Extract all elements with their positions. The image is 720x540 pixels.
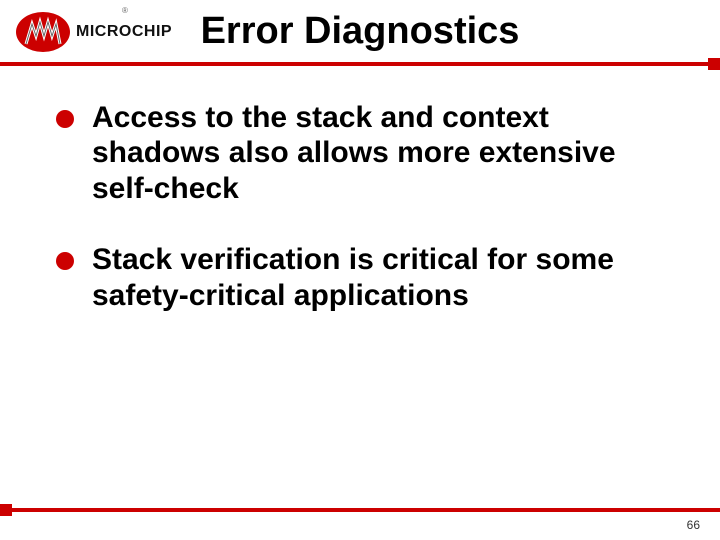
- bullet-item: Access to the stack and context shadows …: [56, 100, 656, 206]
- bullet-item: Stack verification is critical for some …: [56, 242, 656, 313]
- bullet-list: Access to the stack and context shadows …: [56, 100, 656, 313]
- slide-content: Access to the stack and context shadows …: [56, 100, 656, 349]
- page-number: 66: [687, 518, 700, 532]
- slide-header: MICROCHIP ® Error Diagnostics: [0, 0, 720, 78]
- slide: MICROCHIP ® Error Diagnostics Access to …: [0, 0, 720, 540]
- logo: MICROCHIP: [14, 10, 172, 54]
- microchip-logo-icon: [14, 10, 72, 54]
- slide-title: Error Diagnostics: [201, 10, 520, 53]
- registered-mark: ®: [122, 6, 128, 15]
- footer-divider: [0, 508, 720, 512]
- header-divider: [0, 62, 720, 66]
- logo-text: MICROCHIP: [76, 23, 172, 41]
